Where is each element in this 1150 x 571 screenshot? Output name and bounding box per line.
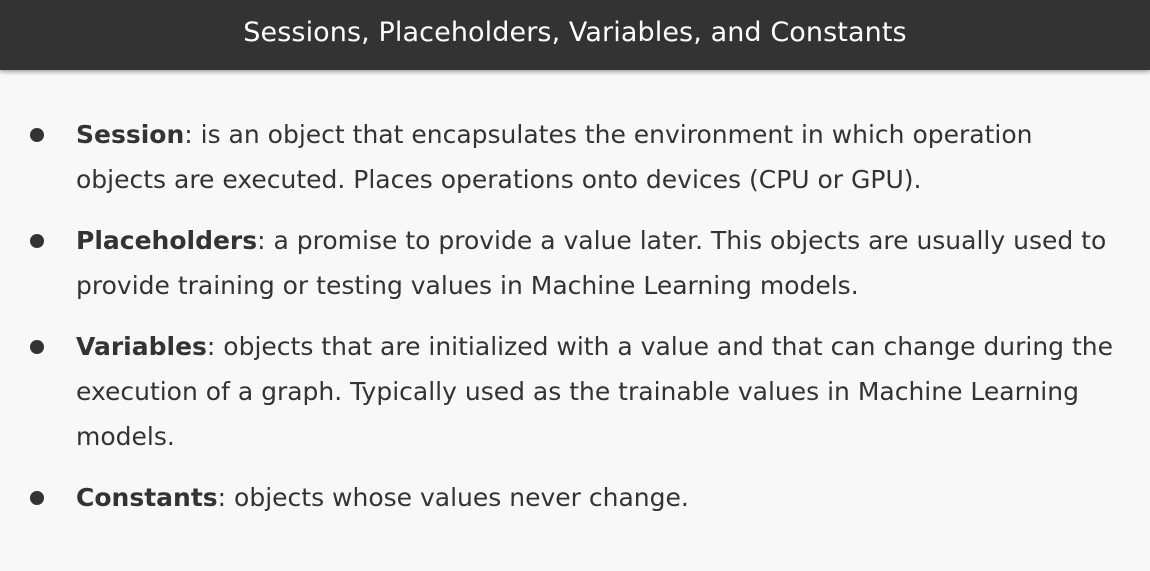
bullet-text: : objects that are initialized with a va… bbox=[76, 332, 1114, 451]
bullet-dot-icon bbox=[30, 491, 44, 505]
bullet-term: Constants bbox=[76, 483, 218, 512]
bullet-term: Session bbox=[76, 120, 185, 149]
bullet-list: Session: is an object that encapsulates … bbox=[0, 112, 1150, 520]
bullet-item-placeholders: Placeholders: a promise to provide a val… bbox=[0, 218, 1150, 308]
bullet-dot-icon bbox=[30, 128, 44, 142]
bullet-term: Variables bbox=[76, 332, 207, 361]
bullet-item-variables: Variables: objects that are initialized … bbox=[0, 324, 1150, 459]
bullet-item-constants: Constants: objects whose values never ch… bbox=[0, 475, 1150, 520]
bullet-text: : is an object that encapsulates the env… bbox=[76, 120, 1033, 194]
slide-content: Session: is an object that encapsulates … bbox=[0, 112, 1150, 536]
slide-title: Sessions, Placeholders, Variables, and C… bbox=[243, 16, 907, 48]
bullet-dot-icon bbox=[30, 234, 44, 248]
bullet-term: Placeholders bbox=[76, 226, 258, 255]
bullet-item-session: Session: is an object that encapsulates … bbox=[0, 112, 1150, 202]
title-bar: Sessions, Placeholders, Variables, and C… bbox=[0, 0, 1150, 70]
bullet-text: : objects whose values never change. bbox=[217, 483, 689, 512]
bullet-dot-icon bbox=[30, 340, 44, 354]
